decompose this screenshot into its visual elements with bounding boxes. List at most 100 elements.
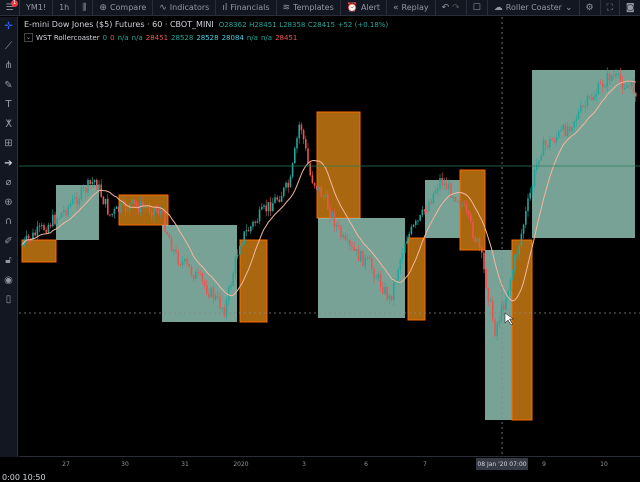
candle-body: [118, 206, 120, 213]
candle-body: [201, 273, 204, 281]
fullscreen-button[interactable]: ⛶: [601, 0, 620, 16]
chart-type-button[interactable]: ⫼: [76, 0, 94, 16]
time-tick-label: 3: [302, 461, 306, 468]
magnet-icon[interactable]: ∩: [0, 212, 17, 232]
symbol-search[interactable]: YM1!: [20, 0, 54, 16]
candle-body: [60, 212, 63, 218]
candle-body: [575, 118, 578, 122]
expand-icon: ⛶: [606, 2, 613, 13]
candle-body: [404, 243, 406, 254]
drawing-toolbar: ✛ ⟋ ⋔ ✎ T ⵅ ⊞ ➔ ⌀ ⊕ ∩ ✐ 🔓︎ ◉ ▯: [0, 17, 18, 457]
candle-body: [276, 197, 278, 200]
replay-button[interactable]: «Replay: [387, 0, 436, 16]
candle-body: [463, 204, 465, 206]
undo-icon[interactable]: ↶: [442, 3, 450, 13]
candle-body: [245, 230, 248, 232]
ohlc-low: L28358: [279, 21, 306, 29]
indicator-value: 28451: [145, 33, 169, 42]
layout-button[interactable]: ☁ Roller Coaster ⌄: [488, 0, 580, 16]
eye-icon[interactable]: ◉: [0, 271, 17, 291]
candle-body: [247, 230, 250, 232]
candle-body: [456, 201, 459, 203]
candle-body: [536, 163, 538, 170]
alert-button[interactable]: ⏰ Alert: [341, 0, 388, 16]
candle-body: [65, 209, 67, 216]
brush-icon[interactable]: ✎: [0, 76, 17, 96]
candle-body: [555, 137, 558, 143]
candle-body: [522, 224, 525, 234]
lock-drawings-icon[interactable]: ✐: [0, 232, 17, 252]
candle-body: [362, 250, 364, 267]
arrow-icon[interactable]: ➔: [0, 154, 17, 174]
redo-icon[interactable]: ↷: [452, 3, 460, 13]
templates-button[interactable]: ≋ Templates: [277, 0, 341, 16]
pattern-icon[interactable]: ⵅ: [0, 115, 17, 135]
ruler-icon[interactable]: ⌀: [0, 173, 17, 193]
candle-body: [593, 97, 595, 100]
candle-body: [390, 295, 393, 300]
orange-box: [239, 239, 268, 323]
alarm-icon: ⏰: [346, 2, 358, 13]
candle-body: [485, 269, 487, 289]
trash-icon[interactable]: ▯: [0, 290, 17, 310]
candle-body: [540, 155, 542, 161]
candle-body: [186, 258, 188, 264]
interval-button[interactable]: 1h: [53, 0, 77, 16]
lock-icon[interactable]: 🔓︎: [0, 251, 17, 271]
menu-button[interactable]: ☰ 1: [0, 0, 20, 16]
candle-body: [406, 241, 408, 244]
candle-body: [135, 202, 138, 206]
time-tick-label: 7: [423, 461, 427, 468]
candle-body: [481, 247, 483, 253]
candle-body: [144, 206, 146, 208]
time-axis[interactable]: 27 30 31 2020 3 6 7 9 10: [19, 456, 640, 472]
candle-body: [320, 186, 322, 197]
candle-body: [113, 209, 116, 214]
candle-body: [311, 175, 314, 183]
candle-body: [197, 271, 199, 273]
prediction-icon[interactable]: ⊞: [0, 134, 17, 154]
indicator-value: 28528: [171, 33, 194, 42]
financials-button[interactable]: ıl Financials: [216, 0, 277, 16]
zoom-icon[interactable]: ⊕: [0, 193, 17, 213]
indicator-name[interactable]: WST Rollercoaster: [36, 34, 100, 42]
candle-body: [38, 225, 41, 227]
candle-body: [318, 186, 320, 190]
candle-body: [586, 96, 589, 106]
candle-body: [98, 184, 100, 190]
indicators-button[interactable]: ∿ Indicators: [153, 0, 217, 16]
trendline-icon[interactable]: ⟋: [0, 37, 17, 57]
indicator-value: n/a: [246, 33, 258, 42]
candle-body: [344, 235, 347, 240]
candle-body: [505, 298, 507, 310]
pitchfork-icon[interactable]: ⋔: [0, 56, 17, 76]
candle-body: [439, 177, 441, 189]
fullscreen-layout-button[interactable]: ☐: [467, 0, 488, 16]
candle-body: [445, 182, 448, 190]
compare-button[interactable]: ⊕ Compare: [93, 0, 154, 16]
crosshair-icon[interactable]: ✛: [0, 17, 17, 37]
ohlc-change: +52 (+0.18%): [337, 21, 389, 29]
snapshot-button[interactable]: ◙: [620, 0, 640, 16]
candle-body: [529, 192, 531, 199]
candle-body: [131, 199, 133, 204]
candle-body: [384, 286, 386, 294]
candle-body: [340, 226, 342, 238]
price-chart[interactable]: [19, 17, 640, 456]
candle-body: [566, 126, 569, 136]
candle-body: [305, 139, 307, 149]
indicator-value: n/a: [131, 33, 143, 42]
text-icon[interactable]: T: [0, 95, 17, 115]
candle-body: [157, 210, 160, 214]
collapse-chevron-icon[interactable]: ⌄: [24, 33, 33, 42]
candle-body: [225, 300, 228, 316]
time-tick-label: 30: [121, 461, 129, 468]
candle-body: [267, 201, 270, 212]
candle-body: [531, 185, 534, 193]
settings-button[interactable]: ⚙: [580, 0, 601, 16]
candle-body: [153, 208, 155, 216]
candle-body: [54, 214, 56, 225]
candle-body: [327, 194, 329, 210]
candle-body: [571, 127, 573, 132]
indicator-value: 28451: [275, 33, 298, 42]
